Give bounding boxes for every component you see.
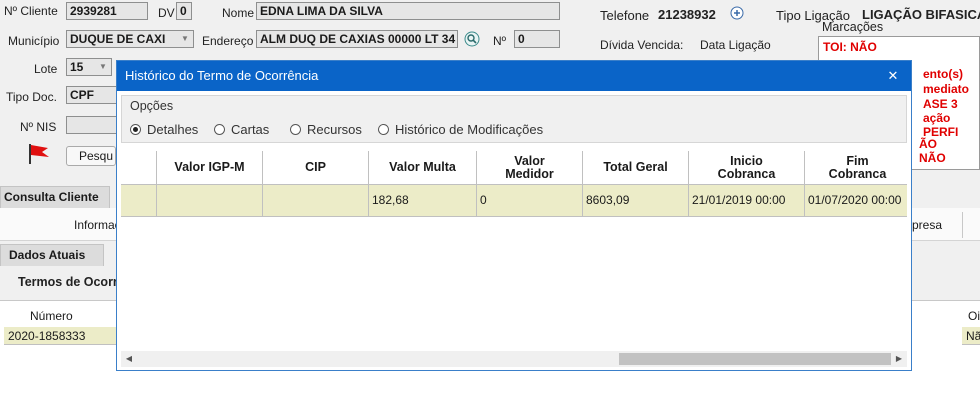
marcacao-item: ASE 3 bbox=[923, 97, 958, 111]
marcacao-item: ÃO bbox=[919, 137, 937, 151]
horizontal-scrollbar[interactable]: ◀ ▶ bbox=[121, 351, 907, 367]
nome-label: Nome bbox=[222, 6, 255, 20]
search-icon[interactable] bbox=[464, 31, 480, 47]
table-cell[interactable]: 21/01/2019 00:00 bbox=[689, 185, 805, 217]
chevron-down-icon[interactable]: ▼ bbox=[177, 31, 193, 47]
dv-field[interactable]: 0 bbox=[176, 2, 192, 20]
divida-label: Dívida Vencida: bbox=[600, 38, 684, 52]
marcacao-item: ento(s) bbox=[923, 67, 963, 81]
marcacao-item: mediato bbox=[923, 82, 970, 96]
table-cell[interactable]: 01/07/2020 00:00 bbox=[805, 185, 907, 217]
radio-dot bbox=[378, 124, 389, 135]
radio-label: Recursos bbox=[307, 122, 362, 137]
close-icon[interactable]: ✕ bbox=[883, 61, 903, 91]
radio-cartas[interactable]: Cartas bbox=[214, 122, 269, 138]
marcacoes-title: Marcações bbox=[822, 20, 884, 34]
red-flag-icon bbox=[26, 142, 52, 166]
column-header[interactable] bbox=[121, 151, 157, 185]
table-cell[interactable]: 182,68 bbox=[369, 185, 477, 217]
tipo-doc-field[interactable]: CPF bbox=[66, 86, 118, 104]
endereco-label: Endereço bbox=[202, 34, 254, 48]
table-row[interactable]: Nã bbox=[962, 327, 980, 345]
radio-historico[interactable]: Histórico de Modificações bbox=[378, 122, 543, 138]
bg-col-numero: Número bbox=[30, 309, 73, 323]
marcacao-item: ação PERFI bbox=[923, 111, 959, 139]
endereco-field[interactable]: ALM DUQ DE CAXIAS 00000 LT 34 bbox=[256, 30, 458, 48]
chevron-down-icon[interactable]: ▼ bbox=[95, 59, 111, 75]
nome-field[interactable]: EDNA LIMA DA SILVA bbox=[256, 2, 560, 20]
table-cell[interactable]: 0 bbox=[477, 185, 583, 217]
termos-label[interactable]: Termos de Ocorrê bbox=[18, 275, 125, 289]
column-header-text: Inicio Cobranca bbox=[717, 153, 776, 181]
detalhes-table: Valor IGP-M CIP Valor Multa Valor Medido… bbox=[121, 151, 907, 351]
data-ligacao-label: Data Ligação bbox=[700, 38, 771, 52]
municipio-value: DUQUE DE CAXI bbox=[70, 32, 166, 46]
scroll-right-icon[interactable]: ▶ bbox=[891, 351, 907, 367]
historico-dialog: Histórico do Termo de Ocorrência ✕ Opçõe… bbox=[116, 60, 912, 371]
tab-consulta-cliente[interactable]: Consulta Cliente bbox=[0, 186, 110, 208]
dv-label: DV bbox=[158, 6, 175, 20]
table-row[interactable]: 2020-1858333 bbox=[4, 327, 116, 345]
empresa-button[interactable]: presa bbox=[912, 218, 942, 232]
bg-row-numero: 2020-1858333 bbox=[8, 329, 86, 343]
numero-field[interactable]: 0 bbox=[514, 30, 560, 48]
scroll-left-icon[interactable]: ◀ bbox=[121, 351, 137, 367]
options-group: Opções Detalhes Cartas Recursos Históric… bbox=[121, 95, 907, 143]
plus-icon[interactable] bbox=[730, 6, 744, 20]
marcacao-item: NÃO bbox=[919, 151, 946, 165]
municipio-label: Município bbox=[8, 34, 60, 48]
radio-label: Cartas bbox=[231, 122, 270, 137]
column-header-valor-multa[interactable]: Valor Multa bbox=[369, 151, 477, 185]
tab-dados-atuais[interactable]: Dados Atuais bbox=[0, 244, 104, 266]
telefone-value: 21238932 bbox=[658, 7, 716, 22]
informacoes-button[interactable]: Informac bbox=[74, 218, 121, 232]
cliente-field[interactable]: 2939281 bbox=[66, 2, 148, 20]
radio-recursos[interactable]: Recursos bbox=[290, 122, 362, 138]
table-cell[interactable]: 8603,09 bbox=[583, 185, 689, 217]
bg-row-right: Nã bbox=[966, 329, 980, 343]
table-cell[interactable] bbox=[121, 185, 157, 217]
options-label: Opções bbox=[130, 99, 174, 113]
toolbar-divider bbox=[962, 212, 963, 238]
column-header-cip[interactable]: CIP bbox=[263, 151, 369, 185]
nis-field[interactable] bbox=[66, 116, 118, 134]
bg-col-right: Oi bbox=[968, 309, 980, 323]
radio-label: Histórico de Modificações bbox=[395, 122, 544, 137]
radio-dot bbox=[130, 124, 141, 135]
pesquisar-label: Pesqu bbox=[79, 149, 114, 163]
numero-label: Nº bbox=[493, 34, 507, 48]
column-header-valor-igpm[interactable]: Valor IGP-M bbox=[157, 151, 263, 185]
tipo-doc-label: Tipo Doc. bbox=[6, 90, 57, 104]
cliente-label: Nº Cliente bbox=[4, 4, 58, 18]
radio-detalhes[interactable]: Detalhes bbox=[130, 122, 198, 138]
lote-value: 15 bbox=[70, 60, 84, 74]
municipio-combo[interactable]: DUQUE DE CAXI ▼ bbox=[66, 30, 194, 48]
lote-combo[interactable]: 15 ▼ bbox=[66, 58, 112, 76]
column-header-total-geral[interactable]: Total Geral bbox=[583, 151, 689, 185]
marcacao-toi: TOI: NÃO bbox=[823, 40, 877, 54]
radio-dot bbox=[214, 124, 225, 135]
column-header-valor-medidor[interactable]: Valor Medidor bbox=[477, 151, 583, 185]
column-header-fim-cobranca[interactable]: Fim Cobranca bbox=[805, 151, 907, 185]
nis-label: Nº NIS bbox=[20, 120, 57, 134]
lote-label: Lote bbox=[34, 62, 58, 76]
scrollbar-thumb[interactable] bbox=[619, 353, 891, 365]
radio-dot bbox=[290, 124, 301, 135]
radio-label: Detalhes bbox=[147, 122, 199, 137]
table-cell[interactable] bbox=[263, 185, 369, 217]
telefone-label: Telefone bbox=[600, 8, 650, 23]
column-header-text: Fim Cobranca bbox=[828, 153, 887, 181]
dialog-titlebar[interactable]: Histórico do Termo de Ocorrência bbox=[117, 61, 911, 91]
column-header-text: Valor Medidor bbox=[505, 153, 554, 181]
column-header-inicio-cobranca[interactable]: Inicio Cobranca bbox=[689, 151, 805, 185]
dialog-title: Histórico do Termo de Ocorrência bbox=[125, 68, 319, 83]
table-cell[interactable] bbox=[157, 185, 263, 217]
pesquisar-button[interactable]: Pesqu bbox=[66, 146, 116, 166]
